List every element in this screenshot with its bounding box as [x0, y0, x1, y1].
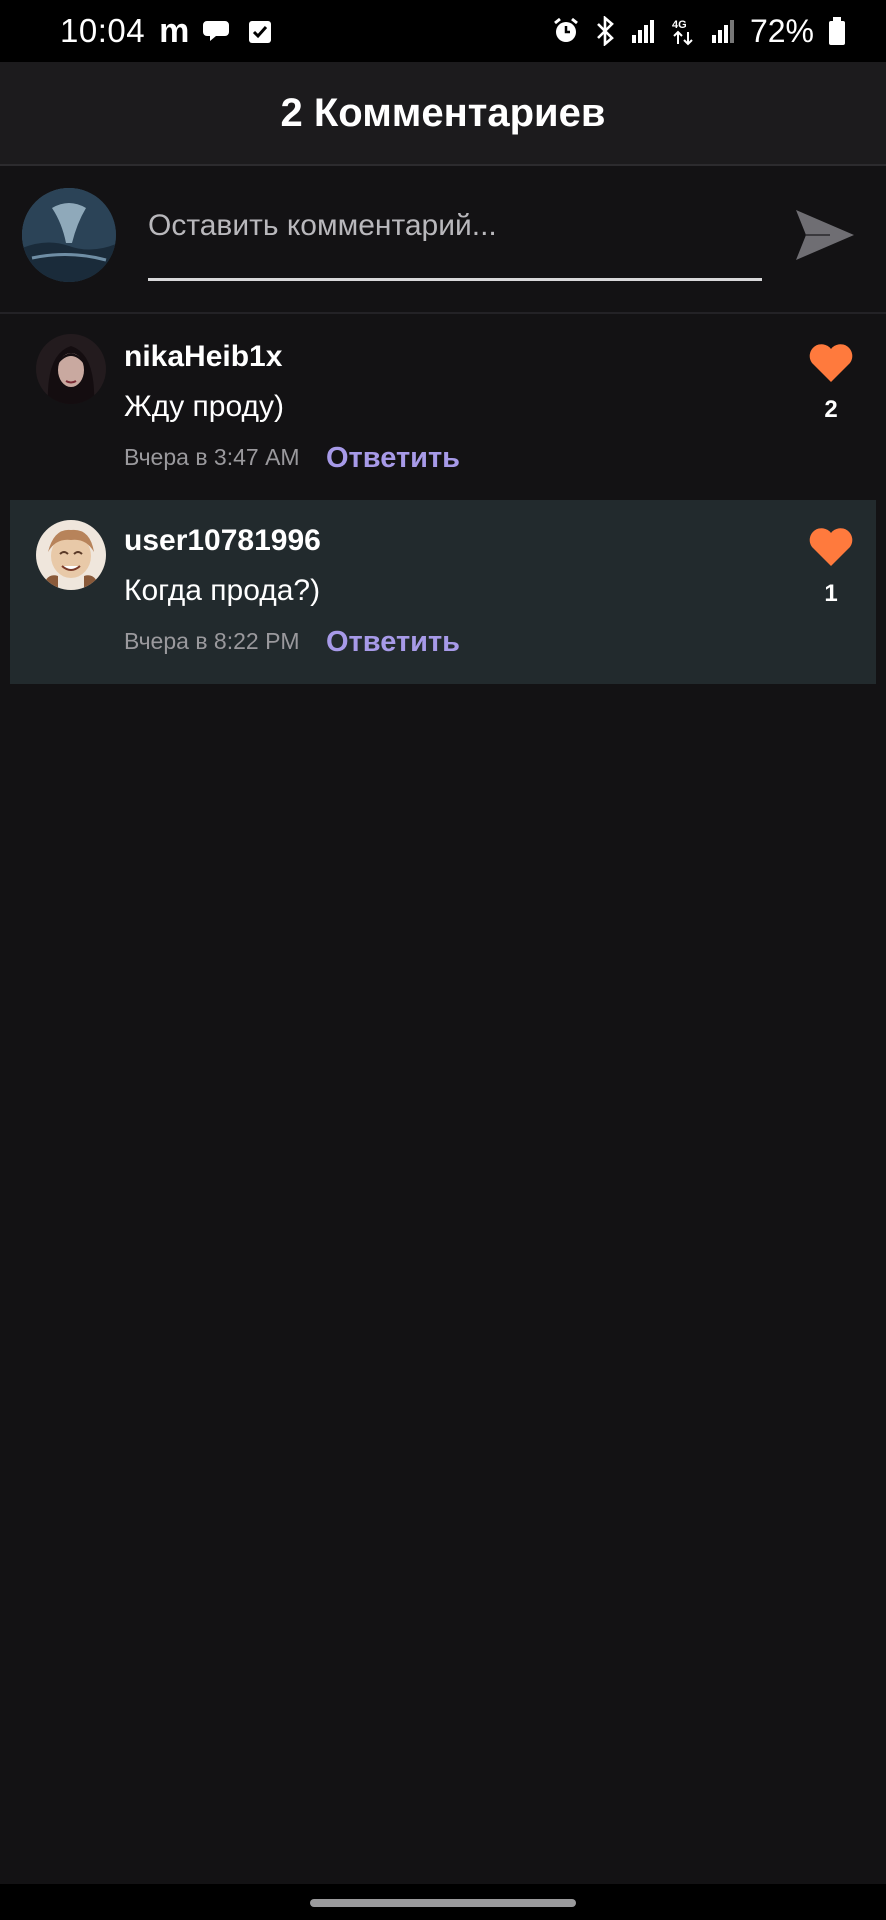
comment-text: Жду проду)	[124, 390, 284, 423]
send-icon	[796, 210, 854, 260]
heart-icon[interactable]	[808, 342, 854, 384]
current-user-avatar	[22, 188, 116, 282]
send-button[interactable]	[790, 200, 860, 270]
comment-composer: Оставить комментарий...	[0, 168, 886, 314]
avatar[interactable]	[36, 334, 106, 404]
check-icon	[247, 17, 273, 45]
comment-item: user10781996 Когда прода?) Вчера в 8:22 …	[10, 500, 876, 684]
page-title: 2 Комментариев	[280, 90, 606, 135]
battery-percent: 72%	[749, 12, 814, 49]
status-left: 10:04 m	[60, 12, 273, 51]
home-indicator[interactable]	[310, 1899, 576, 1907]
comment-item: nikaHeib1x Жду проду) Вчера в 3:47 AM От…	[10, 316, 876, 500]
heart-icon[interactable]	[808, 526, 854, 568]
comment-username[interactable]: nikaHeib1x	[124, 340, 282, 374]
signal-icon	[710, 17, 736, 45]
status-bar: 10:04 m 4G 72%	[0, 0, 886, 62]
comment-input[interactable]: Оставить комментарий...	[148, 202, 762, 250]
like-count: 2	[824, 396, 838, 423]
messages-icon	[203, 17, 233, 45]
comment-username[interactable]: user10781996	[124, 524, 321, 558]
status-time: 10:04	[60, 12, 146, 49]
4g-icon: 4G	[670, 16, 696, 46]
reply-button[interactable]: Ответить	[326, 626, 460, 659]
svg-text:4G: 4G	[672, 19, 687, 31]
comment-time: Вчера в 3:47 AM	[124, 444, 300, 470]
bluetooth-icon	[594, 16, 616, 46]
app-m-icon: m	[159, 11, 190, 50]
comments-header: 2 Комментариев	[0, 62, 886, 166]
comment-time: Вчера в 8:22 PM	[124, 628, 300, 654]
input-underline	[148, 278, 762, 281]
comment-text: Когда прода?)	[124, 574, 321, 607]
battery-icon	[828, 16, 846, 46]
status-right: 4G 72%	[552, 13, 846, 50]
avatar[interactable]	[36, 520, 106, 590]
like-count: 1	[824, 580, 838, 607]
signal-icon	[630, 17, 656, 45]
alarm-icon	[552, 17, 580, 45]
reply-button[interactable]: Ответить	[326, 442, 460, 475]
